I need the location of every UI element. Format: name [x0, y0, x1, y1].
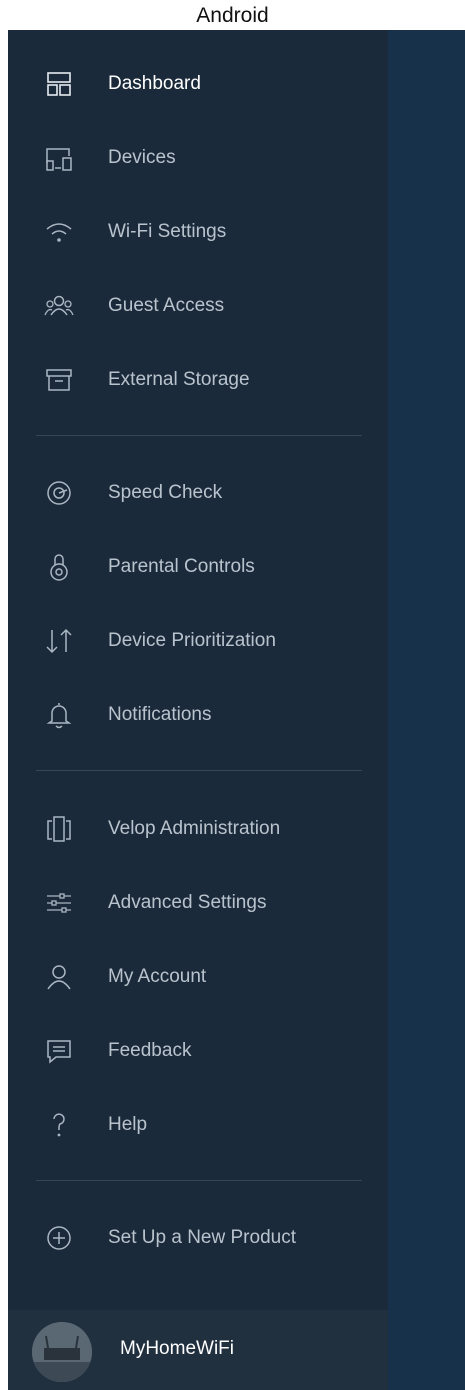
- network-footer[interactable]: MyHomeWiFi: [8, 1310, 388, 1390]
- menu-item-my-account[interactable]: My Account: [8, 949, 388, 1005]
- menu-item-advanced-settings[interactable]: Advanced Settings: [8, 875, 388, 931]
- notifications-bell-icon: [44, 700, 74, 730]
- menu-item-label: Notifications: [108, 704, 212, 725]
- menu-item-label: Dashboard: [108, 73, 201, 94]
- wifi-icon: [44, 217, 74, 247]
- menu-item-feedback[interactable]: Feedback: [8, 1023, 388, 1079]
- platform-caption: Android: [196, 4, 269, 27]
- menu-item-label: External Storage: [108, 369, 250, 390]
- account-user-icon: [44, 962, 74, 992]
- menu-item-device-prioritization[interactable]: Device Prioritization: [8, 613, 388, 669]
- menu-item-set-up-new-product[interactable]: Set Up a New Product: [8, 1210, 388, 1266]
- menu-item-guest-access[interactable]: Guest Access: [8, 278, 388, 334]
- navigation-drawer: Dashboard Devices Wi-Fi Settings Guest A…: [8, 30, 388, 1390]
- menu-item-label: Wi-Fi Settings: [108, 221, 227, 242]
- menu-item-velop-administration[interactable]: Velop Administration: [8, 801, 388, 857]
- parental-controls-icon: [44, 552, 74, 582]
- dashboard-background: bro: [388, 30, 465, 1390]
- menu-item-label: Parental Controls: [108, 556, 255, 577]
- speed-check-icon: [44, 478, 74, 508]
- advanced-settings-sliders-icon: [44, 888, 74, 918]
- add-circle-icon: [44, 1223, 74, 1253]
- menu-item-external-storage[interactable]: External Storage: [8, 352, 388, 408]
- menu-divider: [36, 1180, 362, 1181]
- menu-item-label: Devices: [108, 147, 176, 168]
- router-avatar: [32, 1322, 92, 1382]
- menu-item-label: Device Prioritization: [108, 630, 276, 651]
- menu-item-label: Velop Administration: [108, 818, 281, 839]
- menu-item-notifications[interactable]: Notifications: [8, 687, 388, 743]
- menu-item-speed-check[interactable]: Speed Check: [8, 465, 388, 521]
- menu-item-label: Speed Check: [108, 482, 223, 503]
- app-screen: bro Dashboard: [8, 30, 465, 1390]
- feedback-icon: [44, 1036, 74, 1066]
- external-storage-icon: [44, 365, 74, 395]
- guest-access-icon: [44, 291, 74, 321]
- menu-item-label: Set Up a New Product: [108, 1227, 296, 1248]
- menu-item-label: Guest Access: [108, 295, 225, 316]
- velop-administration-icon: [44, 814, 74, 844]
- menu-divider: [36, 770, 362, 771]
- devices-icon: [44, 143, 74, 173]
- network-name: MyHomeWiFi: [120, 1338, 234, 1359]
- menu-item-devices[interactable]: Devices: [8, 130, 388, 186]
- help-icon: [44, 1110, 74, 1140]
- menu-divider: [36, 435, 362, 436]
- menu-item-parental-controls[interactable]: Parental Controls: [8, 539, 388, 595]
- menu-item-label: Help: [108, 1114, 148, 1135]
- device-prioritization-icon: [44, 626, 74, 656]
- menu-item-label: Advanced Settings: [108, 892, 267, 913]
- menu-item-wifi-settings[interactable]: Wi-Fi Settings: [8, 204, 388, 260]
- dashboard-icon: [44, 69, 74, 99]
- menu-item-label: My Account: [108, 966, 207, 987]
- menu-item-dashboard[interactable]: Dashboard: [8, 56, 388, 112]
- menu-item-label: Feedback: [108, 1040, 192, 1061]
- menu-item-help[interactable]: Help: [8, 1097, 388, 1153]
